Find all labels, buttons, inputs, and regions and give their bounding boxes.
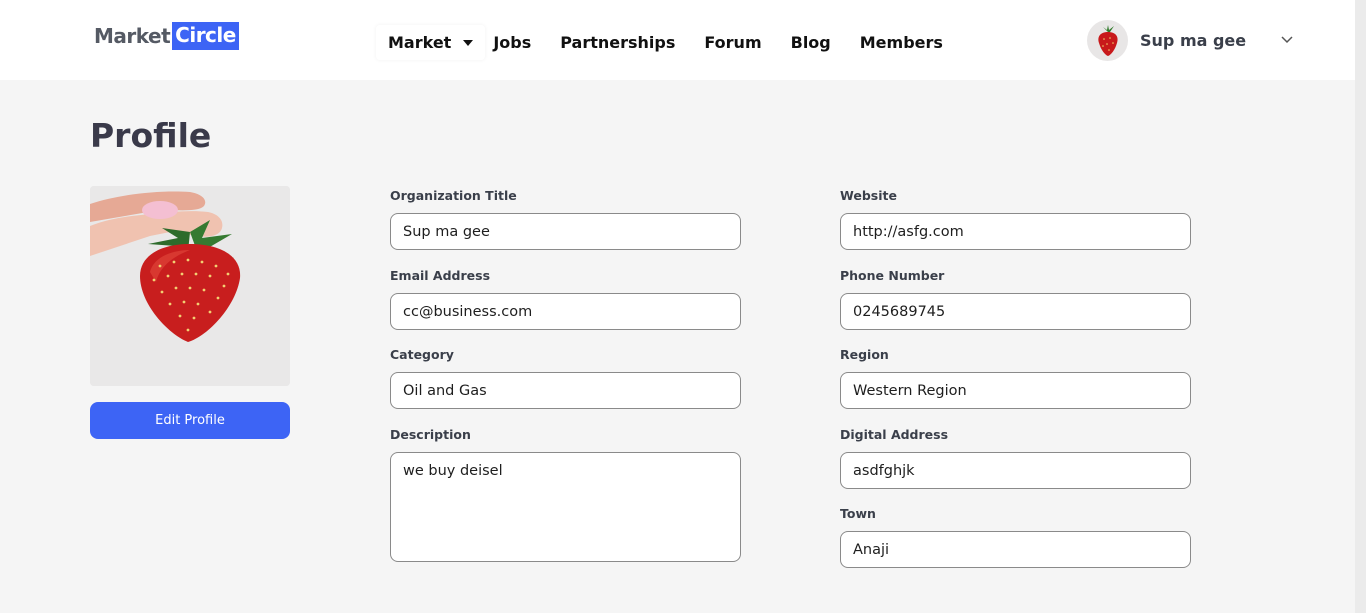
org-title-label: Organization Title — [390, 188, 517, 203]
digital-address-field[interactable]: asdfghjk — [840, 452, 1191, 489]
strawberry-icon — [1097, 25, 1118, 56]
scrollbar[interactable] — [1355, 0, 1366, 613]
avatar[interactable] — [1087, 19, 1128, 61]
nav-market-label: Market — [388, 32, 452, 52]
org-title-field[interactable]: Sup ma gee — [390, 213, 741, 250]
edit-profile-button[interactable]: Edit Profile — [90, 402, 290, 439]
nav-jobs[interactable]: Jobs — [493, 33, 531, 52]
page-title: Profile — [90, 116, 212, 155]
town-label: Town — [840, 506, 876, 521]
region-label: Region — [840, 347, 889, 362]
user-name[interactable]: Sup ma gee — [1140, 31, 1246, 50]
category-field[interactable]: Oil and Gas — [390, 372, 741, 409]
description-field[interactable]: we buy deisel — [390, 452, 741, 562]
nav-forum[interactable]: Forum — [704, 33, 761, 52]
nav-partnerships[interactable]: Partnerships — [560, 33, 675, 52]
website-field[interactable]: http://asfg.com — [840, 213, 1191, 250]
main-nav: Market Jobs Partnerships Forum Blog Memb… — [376, 22, 943, 62]
nav-market-dropdown[interactable]: Market — [376, 24, 486, 60]
profile-photo — [90, 186, 290, 386]
phone-field[interactable]: 0245689745 — [840, 293, 1191, 330]
region-field[interactable]: Western Region — [840, 372, 1191, 409]
town-field[interactable]: Anaji — [840, 531, 1191, 568]
user-menu[interactable]: Sup ma gee — [1087, 19, 1294, 61]
top-navbar: Market Circle Market Jobs Partnerships F… — [0, 0, 1355, 80]
caret-down-icon — [463, 40, 474, 46]
email-label: Email Address — [390, 268, 491, 283]
website-label: Website — [840, 188, 897, 203]
description-label: Description — [390, 427, 471, 442]
market-circle-logo[interactable]: Market Circle — [94, 20, 239, 52]
email-field[interactable]: cc@business.com — [390, 293, 741, 330]
digital-address-label: Digital Address — [840, 427, 949, 442]
chevron-down-icon[interactable] — [1280, 33, 1294, 47]
logo-text-market: Market — [94, 24, 171, 48]
phone-label: Phone Number — [840, 268, 945, 283]
nav-blog[interactable]: Blog — [791, 33, 831, 52]
logo-text-circle: Circle — [172, 22, 239, 50]
category-label: Category — [390, 347, 454, 362]
nav-members[interactable]: Members — [860, 33, 943, 52]
strawberry-photo — [90, 186, 290, 386]
